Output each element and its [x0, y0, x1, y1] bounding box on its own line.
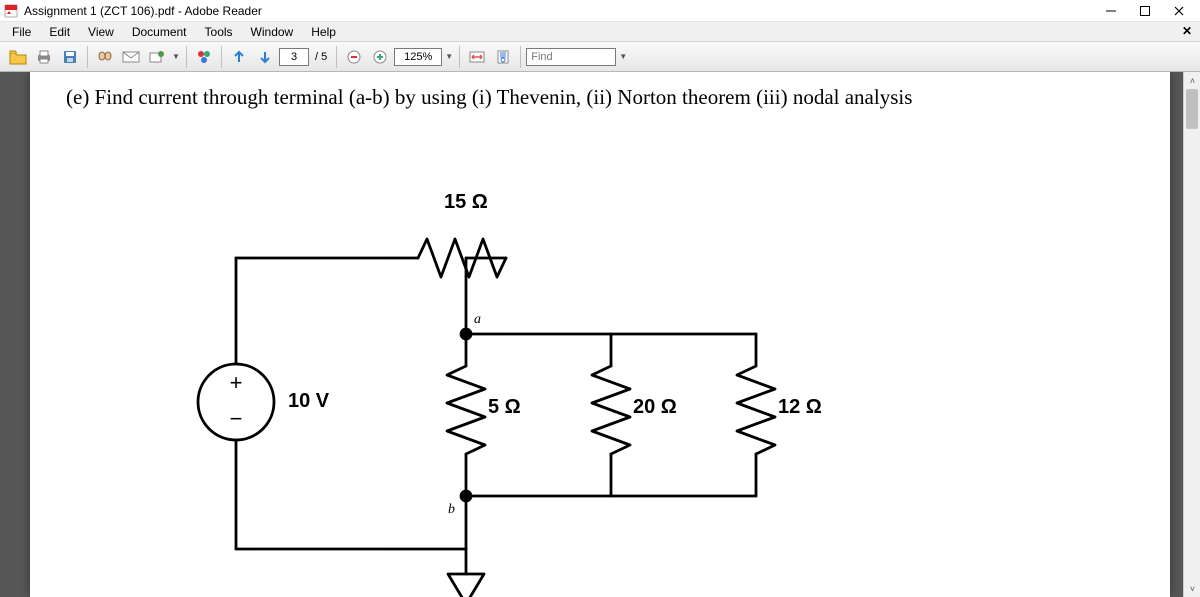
menu-file[interactable]: File [4, 23, 39, 41]
menu-edit[interactable]: Edit [41, 23, 78, 41]
label-r20: 20 Ω [633, 396, 677, 419]
toolbar-separator [459, 46, 460, 68]
svg-text:−: − [230, 406, 243, 431]
menu-window[interactable]: Window [243, 23, 302, 41]
toolbar-separator [186, 46, 187, 68]
close-button[interactable] [1170, 2, 1188, 20]
pages-panel-button[interactable] [192, 45, 216, 69]
open-file-button[interactable] [6, 45, 30, 69]
maximize-button[interactable] [1136, 2, 1154, 20]
scroll-up-button[interactable]: ˄ [1184, 72, 1200, 89]
minimize-button[interactable] [1102, 2, 1120, 20]
svg-text:+: + [230, 370, 243, 395]
toolbar: ▼ / 5 ▼ ▼ [0, 42, 1200, 72]
problem-statement: (e) Find current through terminal (a-b) … [66, 84, 1134, 110]
fit-page-button[interactable] [491, 45, 515, 69]
window-titlebar: Assignment 1 (ZCT 106).pdf - Adobe Reade… [0, 0, 1200, 22]
prev-page-button[interactable] [227, 45, 251, 69]
toolbar-separator [221, 46, 222, 68]
collaborate-dropdown[interactable]: ▼ [171, 52, 181, 61]
label-v10: 10 V [288, 390, 329, 413]
menu-tools[interactable]: Tools [197, 23, 241, 41]
document-close-icon[interactable]: ✕ [1182, 24, 1192, 38]
document-viewport: (e) Find current through terminal (a-b) … [0, 72, 1200, 597]
zoom-input[interactable] [394, 48, 442, 66]
label-r5: 5 Ω [488, 396, 521, 419]
scroll-down-button[interactable]: ˅ [1184, 580, 1200, 597]
collaborate-button[interactable] [145, 45, 169, 69]
window-buttons [1102, 2, 1196, 20]
zoom-dropdown[interactable]: ▼ [444, 52, 454, 61]
find-dropdown[interactable]: ▼ [618, 52, 628, 61]
menubar: File Edit View Document Tools Window Hel… [0, 22, 1200, 42]
label-node-b: b [448, 502, 455, 518]
pdf-app-icon [4, 4, 18, 18]
window-title: Assignment 1 (ZCT 106).pdf - Adobe Reade… [24, 4, 1102, 18]
scroll-track[interactable] [1184, 89, 1200, 580]
menu-help[interactable]: Help [303, 23, 344, 41]
page-total-label: / 5 [311, 51, 331, 63]
pdf-page: (e) Find current through terminal (a-b) … [30, 72, 1170, 597]
toolbar-separator [87, 46, 88, 68]
save-button[interactable] [58, 45, 82, 69]
menu-document[interactable]: Document [124, 23, 195, 41]
label-node-a: a [474, 312, 481, 328]
zoom-out-button[interactable] [342, 45, 366, 69]
menu-view[interactable]: View [80, 23, 122, 41]
print-button[interactable] [32, 45, 56, 69]
toolbar-separator [520, 46, 521, 68]
find-tool-button[interactable] [93, 45, 117, 69]
find-input[interactable] [526, 48, 616, 66]
scroll-thumb[interactable] [1186, 89, 1198, 129]
label-r15: 15 Ω [444, 191, 488, 214]
circuit-diagram: + − 15 Ω 10 V 5 Ω 20 Ω 12 Ω a b [66, 126, 1066, 586]
zoom-in-button[interactable] [368, 45, 392, 69]
vertical-scrollbar[interactable]: ˄ ˅ [1183, 72, 1200, 597]
fit-width-button[interactable] [465, 45, 489, 69]
email-button[interactable] [119, 45, 143, 69]
label-r12: 12 Ω [778, 396, 822, 419]
page-number-input[interactable] [279, 48, 309, 66]
next-page-button[interactable] [253, 45, 277, 69]
toolbar-separator [336, 46, 337, 68]
